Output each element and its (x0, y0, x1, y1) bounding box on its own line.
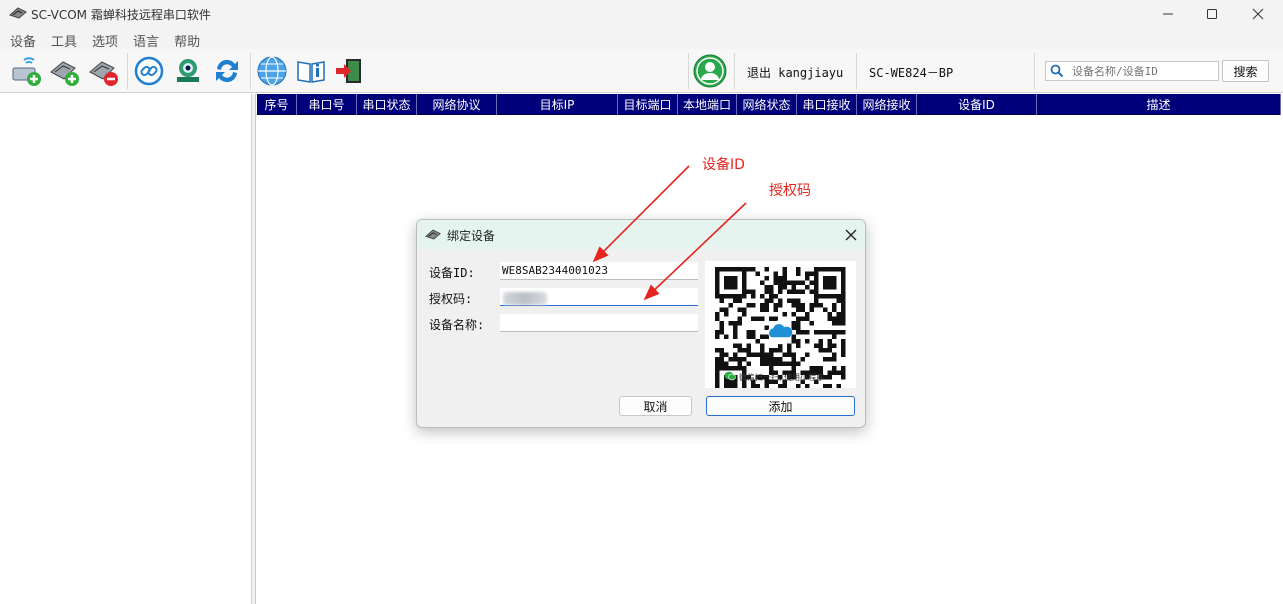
add-device-button[interactable] (47, 53, 83, 89)
annotation-auth-code: 授权码 (769, 183, 811, 199)
device-id-label: 设备ID: (429, 266, 475, 280)
column-header[interactable]: 设备ID (917, 94, 1037, 115)
close-icon (1252, 8, 1264, 20)
maximize-icon (1207, 9, 1217, 19)
dialog-title: 绑定设备 (447, 229, 496, 243)
device-name-input[interactable] (500, 314, 698, 332)
exit-icon (336, 59, 361, 83)
add-device-wifi-icon (12, 57, 41, 86)
device-model-label: SC-WE824－BP (869, 66, 954, 80)
column-header[interactable]: 目标IP (497, 94, 618, 115)
search-input[interactable] (1072, 63, 1216, 79)
minimize-button[interactable] (1145, 0, 1191, 28)
camera-button[interactable] (170, 53, 206, 89)
remove-device-button[interactable] (86, 53, 122, 89)
miniprogram-qr-code: 微信扫一扫, 使用小程序 (705, 261, 856, 398)
device-name-label: 设备名称: (429, 318, 485, 332)
toolbar-separator (250, 53, 251, 89)
search-button[interactable]: 搜索 (1222, 60, 1269, 82)
refresh-icon (216, 59, 238, 83)
connect-button[interactable] (131, 53, 167, 89)
help-manual-button[interactable] (293, 53, 329, 89)
close-icon (845, 229, 857, 241)
column-header[interactable]: 串口号 (297, 94, 357, 115)
globe-icon (257, 56, 287, 86)
network-button[interactable] (254, 53, 290, 89)
toolbar-separator (1034, 53, 1035, 89)
close-button[interactable] (1235, 0, 1281, 28)
link-icon (134, 56, 164, 86)
annotation-device-id: 设备ID (702, 157, 745, 173)
refresh-button[interactable] (209, 53, 245, 89)
window-title: SC-VCOM 霜蝉科技远程串口软件 (31, 8, 211, 22)
device-tree-panel[interactable] (0, 94, 252, 604)
column-header[interactable]: 网络状态 (737, 94, 797, 115)
menu-options[interactable]: 选项 (92, 28, 118, 50)
qr-caption: 微信扫一扫, 使用小程序 (739, 373, 825, 382)
camera-icon (177, 59, 199, 82)
exit-button[interactable] (331, 53, 367, 89)
add-device-icon (50, 61, 79, 86)
logout-link[interactable]: 退出 kangjiayu (747, 64, 843, 81)
bind-device-dialog: 绑定设备 设备ID: 授权码: 设备名称: 微信扫一扫, 使用小程序 取消 添加 (416, 219, 866, 428)
app-window: SC-VCOM 霜蝉科技远程串口软件 设备 工具 选项 语言 帮助 退出 kan… (0, 0, 1283, 604)
qr-code-icon (715, 267, 846, 398)
menu-bar: 设备 工具 选项 语言 帮助 (0, 28, 1283, 50)
column-header[interactable]: 网络协议 (417, 94, 497, 115)
panel-splitter[interactable] (252, 94, 256, 604)
minimize-icon (1163, 13, 1173, 15)
toolbar-separator (127, 53, 128, 89)
wechat-icon (724, 371, 736, 381)
user-avatar-icon[interactable] (693, 54, 727, 88)
table-header: 序号 串口号 串口状态 网络协议 目标IP 目标端口 本地端口 网络状态 串口接… (257, 94, 1281, 115)
search-box (1045, 61, 1219, 81)
cancel-button[interactable]: 取消 (619, 396, 692, 416)
column-header[interactable]: 串口接收 (797, 94, 857, 115)
maximize-button[interactable] (1189, 0, 1235, 28)
app-logo-icon (9, 7, 27, 19)
redacted-auth-code (503, 292, 547, 305)
menu-help[interactable]: 帮助 (174, 28, 200, 50)
auth-code-label: 授权码: (429, 292, 473, 306)
column-header[interactable]: 描述 (1037, 94, 1281, 115)
menu-language[interactable]: 语言 (133, 28, 159, 50)
menu-tools[interactable]: 工具 (51, 28, 77, 50)
remove-device-icon (89, 61, 118, 86)
column-header[interactable]: 序号 (257, 94, 297, 115)
app-logo-icon (425, 229, 441, 240)
column-header[interactable]: 网络接收 (857, 94, 917, 115)
toolbar-separator (734, 53, 735, 89)
title-bar: SC-VCOM 霜蝉科技远程串口软件 (0, 0, 1283, 28)
dialog-title-bar: 绑定设备 (417, 220, 865, 249)
add-device-wifi-button[interactable] (9, 53, 45, 89)
toolbar: 退出 kangjiayu SC-WE824－BP 搜索 (0, 49, 1283, 93)
dialog-close-button[interactable] (841, 225, 861, 245)
toolbar-separator (856, 53, 857, 89)
search-icon (1050, 64, 1064, 78)
add-button[interactable]: 添加 (706, 396, 855, 416)
device-id-input[interactable] (500, 262, 698, 280)
column-header[interactable]: 目标端口 (618, 94, 678, 115)
column-header[interactable]: 串口状态 (357, 94, 417, 115)
menu-device[interactable]: 设备 (10, 28, 36, 50)
toolbar-separator (688, 53, 689, 89)
column-header[interactable]: 本地端口 (678, 94, 737, 115)
help-book-icon (297, 61, 325, 83)
